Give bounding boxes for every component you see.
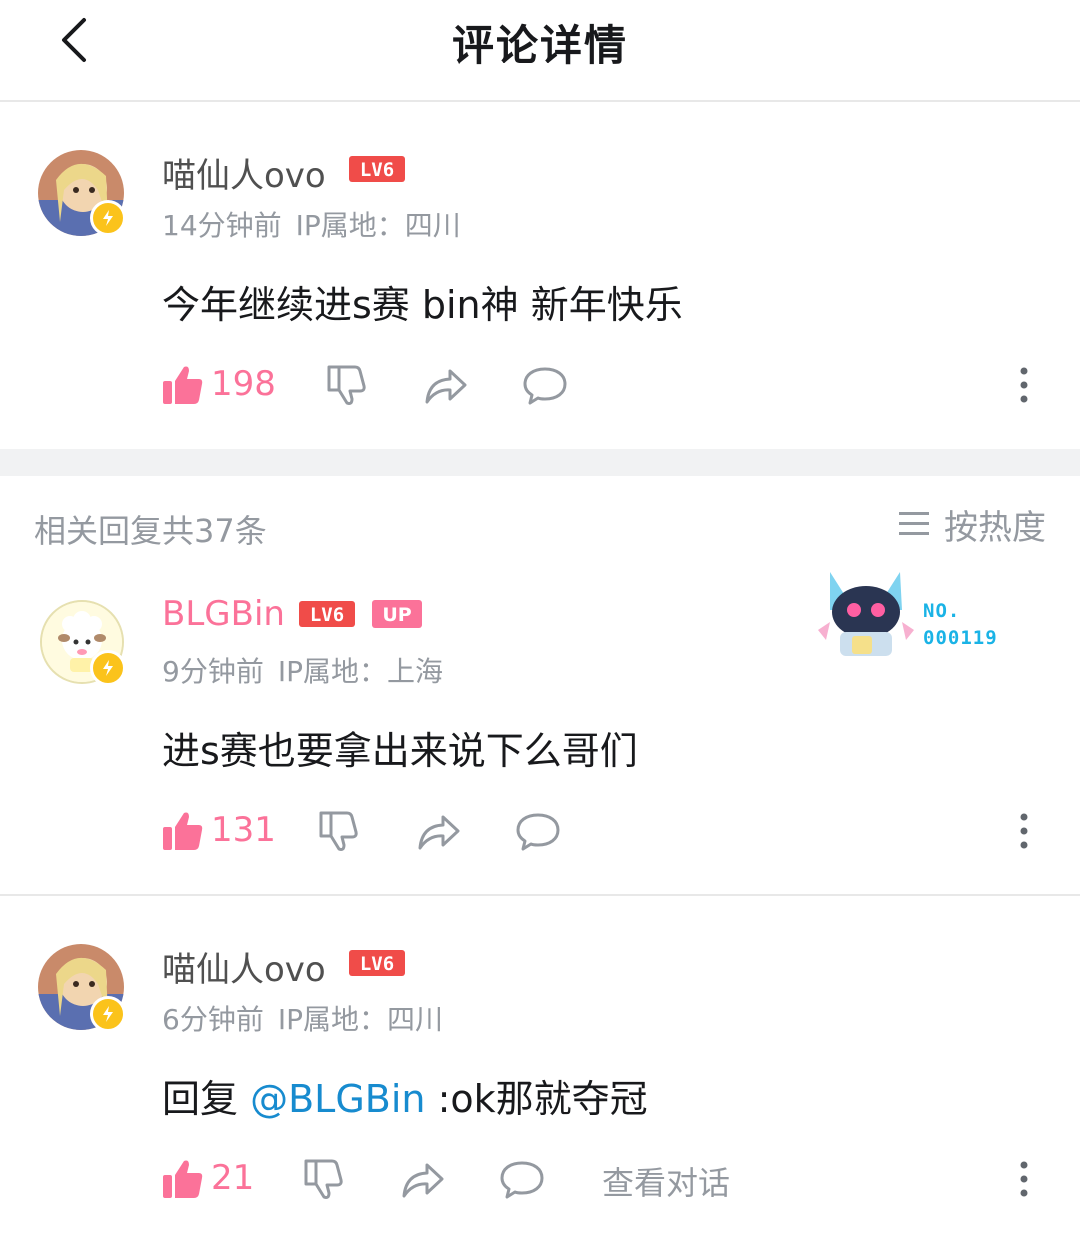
comment-time: 6分钟前 <box>162 1003 264 1036</box>
comment-meta: 9分钟前 IP属地：上海 <box>162 650 457 690</box>
thumbs-down-icon <box>327 365 366 405</box>
view-conversation-link[interactable]: 查看对话 <box>602 1158 730 1204</box>
sort-toggle[interactable]: 按热度 <box>898 504 1046 548</box>
comment-content: 回复 @BLGBin :ok那就夺冠 <box>162 1068 648 1123</box>
reply-item: 喵仙人ovo LV6 6分钟前 IP属地：四川 回复 @BLGBin :ok那就夺… <box>0 896 1080 1244</box>
robot-cat-mascot-icon <box>818 572 914 656</box>
level-badge: LV6 <box>298 600 356 628</box>
ip-location: IP属地：四川 <box>277 1003 443 1036</box>
more-vertical-icon <box>1020 1161 1028 1197</box>
thumbs-up-icon <box>163 366 203 404</box>
sort-label: 按热度 <box>944 507 1046 548</box>
comment-actions: 198 <box>0 362 1080 412</box>
fan-badge-label: NO. <box>923 600 961 622</box>
username[interactable]: 喵仙人ovo <box>162 942 326 991</box>
up-badge: UP <box>372 600 422 628</box>
svg-text:UP: UP <box>382 604 411 626</box>
thumbs-up-icon <box>163 1160 203 1198</box>
dislike-button[interactable] <box>303 1158 345 1204</box>
username[interactable]: 喵仙人ovo <box>162 148 326 197</box>
like-count: 198 <box>211 364 276 404</box>
root-comment: 喵仙人ovo LV6 14分钟前 IP属地：四川 今年继续进s赛 bin神 新年快… <box>0 100 1080 449</box>
replies-header: 相关回复共37条 按热度 <box>0 476 1080 566</box>
reply-item: BLGBin LV6 UP NO. 000119 9分钟前 IP属地：上海 进s赛… <box>0 566 1080 894</box>
more-vertical-icon <box>1020 367 1028 403</box>
top-bar: 评论详情 <box>0 0 1080 102</box>
comment-icon <box>500 1161 544 1199</box>
thumbs-up-icon <box>163 812 203 850</box>
ip-location: IP属地：上海 <box>277 655 443 688</box>
comment-time: 9分钟前 <box>162 655 264 688</box>
like-count: 131 <box>211 810 276 850</box>
reply-button[interactable] <box>523 366 567 410</box>
lightning-badge-icon <box>90 200 126 236</box>
svg-text:LV6: LV6 <box>310 604 344 626</box>
comment-icon <box>523 367 567 405</box>
share-icon <box>425 369 467 404</box>
share-button[interactable] <box>417 812 461 856</box>
more-vertical-icon <box>1020 813 1028 849</box>
lightning-badge-icon <box>90 650 126 686</box>
like-count: 21 <box>211 1158 255 1198</box>
page-title: 评论详情 <box>451 21 628 70</box>
share-icon <box>402 1163 444 1198</box>
share-button[interactable] <box>401 1160 445 1204</box>
svg-text:LV6: LV6 <box>360 953 394 975</box>
comment-content: 今年继续进s赛 bin神 新年快乐 <box>162 283 683 327</box>
thumbs-down-icon <box>304 1159 343 1199</box>
comment-meta: 14分钟前 IP属地：四川 <box>162 204 475 244</box>
reply-count: 相关回复共37条 <box>34 512 267 550</box>
share-icon <box>418 815 460 850</box>
more-options-button[interactable] <box>1012 1160 1036 1200</box>
mention-link[interactable]: @BLGBin <box>250 1077 425 1121</box>
level-badge: LV6 <box>348 949 406 977</box>
like-button[interactable] <box>162 810 204 856</box>
username[interactable]: BLGBin <box>162 594 285 634</box>
more-options-button[interactable] <box>1012 366 1036 406</box>
share-button[interactable] <box>424 366 468 410</box>
level-badge: LV6 <box>348 155 406 183</box>
ip-location: IP属地：四川 <box>295 209 461 242</box>
more-options-button[interactable] <box>1012 812 1036 852</box>
lightning-badge-icon <box>90 996 126 1032</box>
comment-actions: 21 查看对话 <box>0 1156 1080 1206</box>
comment-time: 14分钟前 <box>162 209 282 242</box>
reply-button[interactable] <box>516 812 560 856</box>
menu-lines-icon <box>899 512 929 535</box>
like-button[interactable] <box>162 364 204 410</box>
dislike-button[interactable] <box>326 364 368 410</box>
reply-button[interactable] <box>500 1160 544 1204</box>
like-button[interactable] <box>162 1158 204 1204</box>
svg-text:LV6: LV6 <box>360 159 394 181</box>
fan-badge-decoration <box>816 570 916 660</box>
fan-badge-number: 000119 <box>923 627 998 649</box>
reply-text: :ok那就夺冠 <box>425 1077 648 1121</box>
comment-actions: 131 <box>0 808 1080 858</box>
comment-content: 进s赛也要拿出来说下么哥们 <box>162 729 638 773</box>
dislike-button[interactable] <box>318 810 360 856</box>
comment-icon <box>516 813 560 851</box>
thumbs-down-icon <box>319 811 358 851</box>
section-divider <box>0 449 1080 476</box>
reply-prefix: 回复 <box>162 1077 251 1121</box>
comment-meta: 6分钟前 IP属地：四川 <box>162 998 457 1038</box>
